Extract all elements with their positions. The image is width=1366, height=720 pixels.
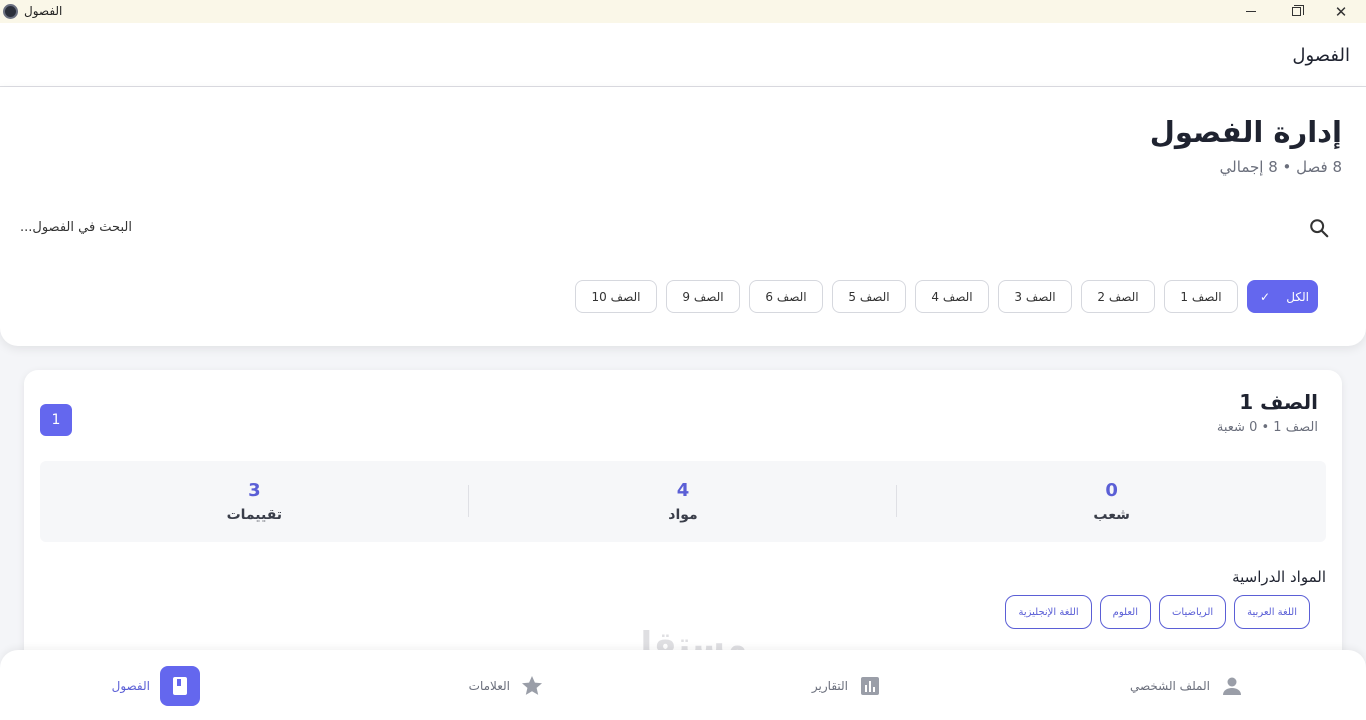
filter-chip-grade-3[interactable]: الصف 3	[998, 280, 1072, 313]
restore-icon	[1291, 5, 1304, 16]
filter-chip-label: الكل	[1286, 289, 1309, 304]
filter-chip-all[interactable]: الكل ✓	[1247, 280, 1318, 313]
active-nav-indicator	[160, 666, 200, 706]
nav-item-label: الفصول	[111, 679, 150, 693]
bar-chart-icon	[861, 677, 879, 695]
stat-label: شعب	[1093, 507, 1130, 523]
nav-item-grades[interactable]: العلامات	[469, 666, 544, 706]
stat-subjects: 4 مواد	[469, 461, 898, 542]
check-icon: ✓	[1260, 289, 1271, 304]
person-icon	[1223, 677, 1241, 695]
stat-label: تقييمات	[226, 507, 283, 523]
nav-item-classes[interactable]: الفصول	[112, 666, 200, 706]
subject-chip[interactable]: الرياضيات	[1159, 595, 1227, 629]
star-icon	[522, 676, 542, 695]
grade-filter-chips: الكل ✓ الصف 1 الصف 2 الصف 3 الصف 4 الصف …	[575, 280, 1318, 313]
stat-assessments: 3 تقييمات	[40, 461, 469, 542]
stat-value: 0	[1105, 480, 1118, 501]
filter-chip-grade-2[interactable]: الصف 2	[1081, 280, 1155, 313]
close-icon: ✕	[1334, 2, 1348, 21]
nav-item-label: التقارير	[811, 679, 848, 693]
page-title: إدارة الفصول	[1149, 115, 1342, 149]
stat-sections: 0 شعب	[897, 461, 1326, 542]
stat-value: 4	[676, 480, 690, 501]
subject-chip[interactable]: اللغة العربية	[1234, 595, 1310, 629]
page-header: إدارة الفصول 8 فصل • 8 إجمالي الكل ✓ الص…	[0, 87, 1366, 346]
filter-chip-grade-5[interactable]: الصف 5	[832, 280, 906, 313]
nav-item-profile[interactable]: الملف الشخصي	[1130, 666, 1244, 706]
search-input[interactable]	[20, 211, 1280, 243]
stat-label: مواد	[668, 507, 698, 523]
filter-chip-grade-6[interactable]: الصف 6	[749, 280, 823, 313]
subject-chips: اللغة العربية الرياضيات العلوم اللغة الإ…	[1005, 595, 1310, 629]
search-icon[interactable]	[1308, 217, 1330, 239]
close-button[interactable]: ✕	[1318, 0, 1364, 23]
filter-chip-grade-9[interactable]: الصف 9	[666, 280, 740, 313]
class-number-badge: 1	[40, 404, 72, 436]
subject-chip[interactable]: اللغة الإنجليزية	[1005, 595, 1092, 629]
class-title: الصف 1	[1239, 390, 1318, 414]
filter-chip-grade-4[interactable]: الصف 4	[915, 280, 989, 313]
search-bar	[0, 197, 1366, 257]
class-card[interactable]: الصف 1 الصف 1 • 0 شعبة 1 0 شعب 4 مواد 3 …	[24, 370, 1342, 690]
book-icon	[173, 677, 187, 695]
maximize-button[interactable]	[1273, 0, 1319, 23]
filter-chip-grade-1[interactable]: الصف 1	[1164, 280, 1238, 313]
stat-value: 3	[248, 480, 261, 501]
class-subtitle: الصف 1 • 0 شعبة	[1216, 420, 1318, 435]
nav-item-label: العلامات	[468, 679, 510, 693]
minimize-button[interactable]	[1228, 0, 1274, 23]
subjects-heading: المواد الدراسية	[1232, 568, 1326, 586]
app-icon	[3, 4, 18, 19]
minimize-icon	[1246, 11, 1256, 12]
window-titlebar: الفصول ✕	[0, 0, 1366, 23]
app-bar: الفصول	[0, 23, 1366, 87]
nav-item-label: الملف الشخصي	[1130, 679, 1210, 693]
filter-chip-grade-10[interactable]: الصف 10	[575, 280, 657, 313]
bottom-navigation: الملف الشخصي التقارير العلامات الفصول	[0, 650, 1366, 720]
page-subtitle: 8 فصل • 8 إجمالي	[1219, 158, 1342, 176]
class-stats: 0 شعب 4 مواد 3 تقييمات	[40, 461, 1326, 542]
app-bar-title: الفصول	[1292, 45, 1350, 66]
subject-chip[interactable]: العلوم	[1099, 595, 1151, 629]
nav-item-reports[interactable]: التقارير	[812, 666, 882, 706]
window-title: الفصول	[24, 4, 63, 18]
